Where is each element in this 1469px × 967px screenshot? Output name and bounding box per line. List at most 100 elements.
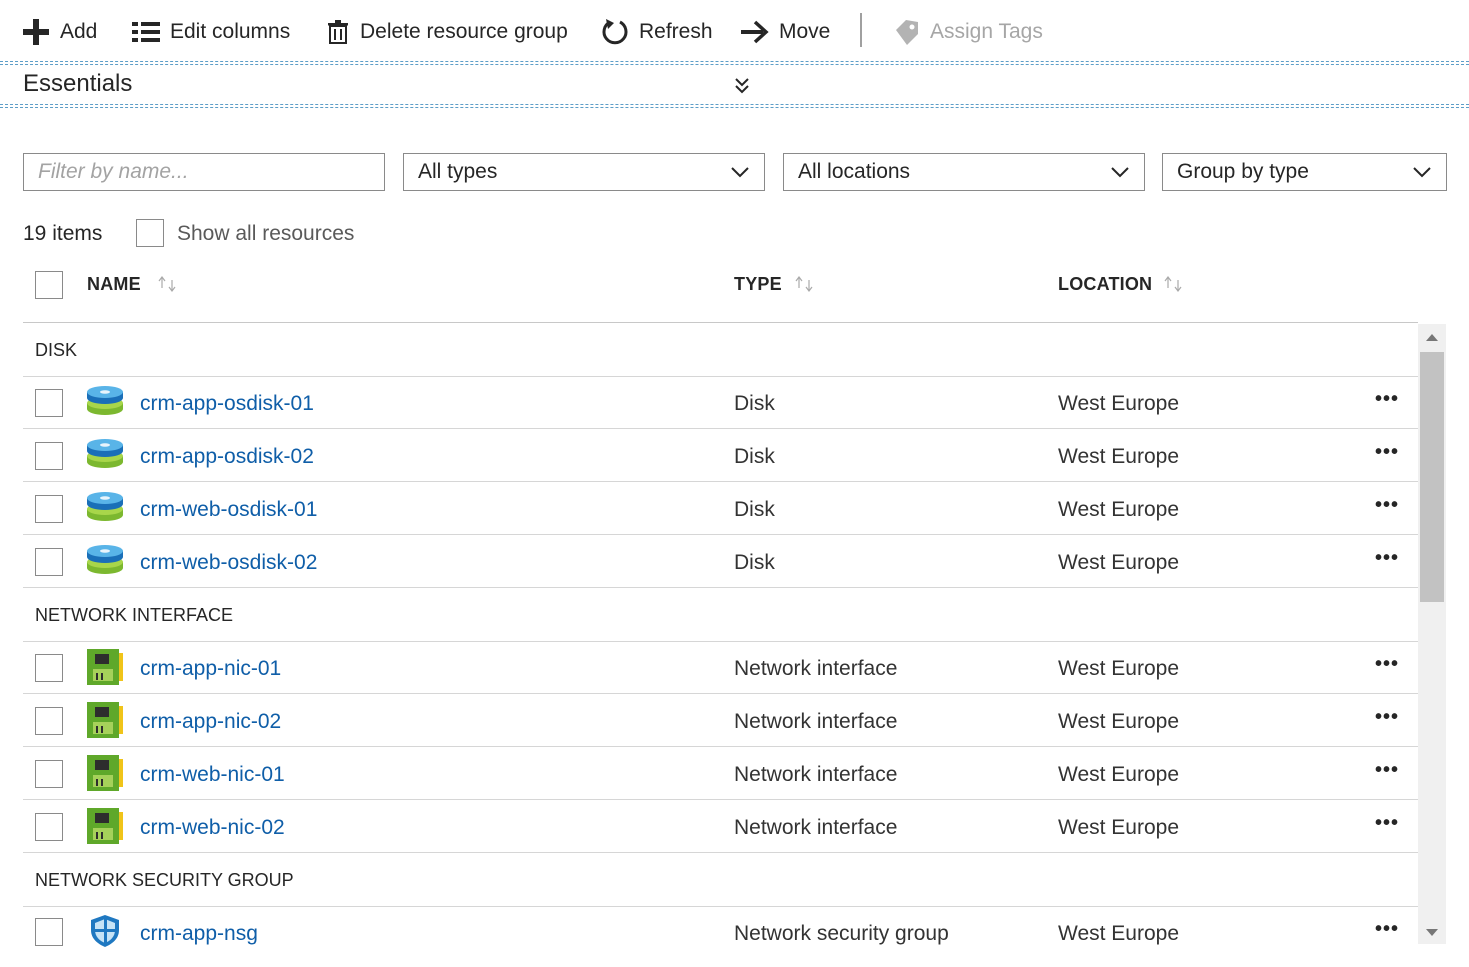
move-label: Move <box>779 20 831 43</box>
add-button[interactable]: Add <box>22 12 97 52</box>
resource-location: West Europe <box>1058 710 1180 733</box>
more-actions-button[interactable]: ••• <box>1375 759 1399 782</box>
resource-name-link[interactable]: crm-app-nsg <box>140 922 258 946</box>
more-actions-button[interactable]: ••• <box>1375 653 1399 676</box>
scroll-up-arrow-icon[interactable] <box>1426 334 1438 341</box>
group-header-disk: DISK <box>35 340 78 360</box>
command-bar: Add Edit columns Delete resource group R… <box>0 0 1469 62</box>
sort-icon[interactable] <box>793 276 815 292</box>
show-all-resources-checkbox[interactable] <box>136 219 164 247</box>
resource-type: Network security group <box>734 922 949 945</box>
row-checkbox[interactable] <box>35 389 63 417</box>
row-checkbox[interactable] <box>35 918 63 946</box>
delete-resource-group-button[interactable]: Delete resource group <box>327 12 568 52</box>
network-interface-icon <box>87 755 123 791</box>
resource-location: West Europe <box>1058 551 1180 574</box>
group-by-dropdown-value: Group by type <box>1177 160 1309 183</box>
assign-tags-button[interactable]: Assign Tags <box>894 12 1043 52</box>
chevron-down-icon <box>731 167 749 178</box>
row-divider <box>23 852 1418 853</box>
scroll-down-arrow-icon[interactable] <box>1426 929 1438 936</box>
toolbar-divider-line <box>0 61 1469 62</box>
resource-name-link[interactable]: crm-app-osdisk-02 <box>140 445 314 469</box>
locations-dropdown[interactable]: All locations <box>783 153 1145 191</box>
expand-essentials-button[interactable] <box>733 76 751 101</box>
resource-type: Network interface <box>734 657 898 680</box>
more-actions-button[interactable]: ••• <box>1375 918 1399 941</box>
row-divider <box>23 693 1418 694</box>
group-header-network-security-group: NETWORK SECURITY GROUP <box>35 870 294 890</box>
resource-location: West Europe <box>1058 445 1180 468</box>
trash-icon <box>328 20 348 44</box>
resource-location: West Europe <box>1058 816 1180 839</box>
resource-name-link[interactable]: crm-app-nic-02 <box>140 710 281 734</box>
refresh-icon <box>602 19 628 45</box>
edit-columns-button[interactable]: Edit columns <box>132 12 290 52</box>
plus-icon <box>23 19 49 45</box>
refresh-label: Refresh <box>639 20 713 43</box>
more-actions-button[interactable]: ••• <box>1375 388 1399 411</box>
row-checkbox[interactable] <box>35 760 63 788</box>
column-header-location[interactable]: LOCATION <box>1058 274 1152 295</box>
add-label: Add <box>60 20 98 43</box>
more-actions-button[interactable]: ••• <box>1375 706 1399 729</box>
network-interface-icon <box>87 702 123 738</box>
sort-icon[interactable] <box>1162 276 1184 292</box>
chevron-down-icon <box>1413 167 1431 178</box>
row-checkbox[interactable] <box>35 495 63 523</box>
more-actions-button[interactable]: ••• <box>1375 441 1399 464</box>
resource-type: Disk <box>734 551 775 574</box>
columns-icon <box>132 22 160 42</box>
scroll-thumb[interactable] <box>1420 352 1444 602</box>
resource-type: Network interface <box>734 763 898 786</box>
select-all-checkbox[interactable] <box>35 271 63 299</box>
row-divider <box>23 376 1418 377</box>
row-divider <box>23 428 1418 429</box>
chevron-down-icon <box>1111 167 1129 178</box>
row-checkbox[interactable] <box>35 442 63 470</box>
row-divider <box>23 906 1418 907</box>
row-checkbox[interactable] <box>35 813 63 841</box>
move-button[interactable]: Move <box>741 12 830 52</box>
resource-name-link[interactable]: crm-web-nic-01 <box>140 763 285 787</box>
refresh-button[interactable]: Refresh <box>601 12 713 52</box>
disk-icon <box>87 386 123 415</box>
header-divider <box>23 322 1418 323</box>
row-checkbox[interactable] <box>35 707 63 735</box>
resource-type: Disk <box>734 498 775 521</box>
vertical-scrollbar[interactable] <box>1418 324 1446 944</box>
column-header-type[interactable]: TYPE <box>734 274 782 295</box>
essentials-divider-line <box>0 104 1469 105</box>
resource-name-link[interactable]: crm-web-osdisk-02 <box>140 551 317 575</box>
resource-name-link[interactable]: crm-web-nic-02 <box>140 816 285 840</box>
row-divider <box>23 746 1418 747</box>
resource-type: Disk <box>734 392 775 415</box>
delete-resource-group-label: Delete resource group <box>360 20 568 43</box>
column-header-name[interactable]: NAME <box>87 274 141 295</box>
disk-icon <box>87 492 123 521</box>
more-actions-button[interactable]: ••• <box>1375 812 1399 835</box>
row-divider <box>23 534 1418 535</box>
resource-location: West Europe <box>1058 392 1180 415</box>
toolbar-divider <box>860 13 862 47</box>
group-by-dropdown[interactable]: Group by type <box>1162 153 1447 191</box>
show-all-resources-label: Show all resources <box>177 222 355 245</box>
more-actions-button[interactable]: ••• <box>1375 494 1399 517</box>
network-interface-icon <box>87 649 123 685</box>
resource-location: West Europe <box>1058 922 1180 945</box>
essentials-divider-line-2 <box>0 107 1469 108</box>
filter-by-name-field <box>23 153 385 191</box>
resource-location: West Europe <box>1058 657 1180 680</box>
disk-icon <box>87 545 123 574</box>
resource-name-link[interactable]: crm-app-osdisk-01 <box>140 392 314 416</box>
filter-by-name-input[interactable] <box>24 154 384 190</box>
types-dropdown[interactable]: All types <box>403 153 765 191</box>
item-count: 19 items <box>23 222 103 245</box>
tag-icon <box>896 20 918 45</box>
resource-name-link[interactable]: crm-web-osdisk-01 <box>140 498 317 522</box>
resource-name-link[interactable]: crm-app-nic-01 <box>140 657 281 681</box>
more-actions-button[interactable]: ••• <box>1375 547 1399 570</box>
sort-icon[interactable] <box>156 276 178 292</box>
row-checkbox[interactable] <box>35 654 63 682</box>
row-checkbox[interactable] <box>35 548 63 576</box>
